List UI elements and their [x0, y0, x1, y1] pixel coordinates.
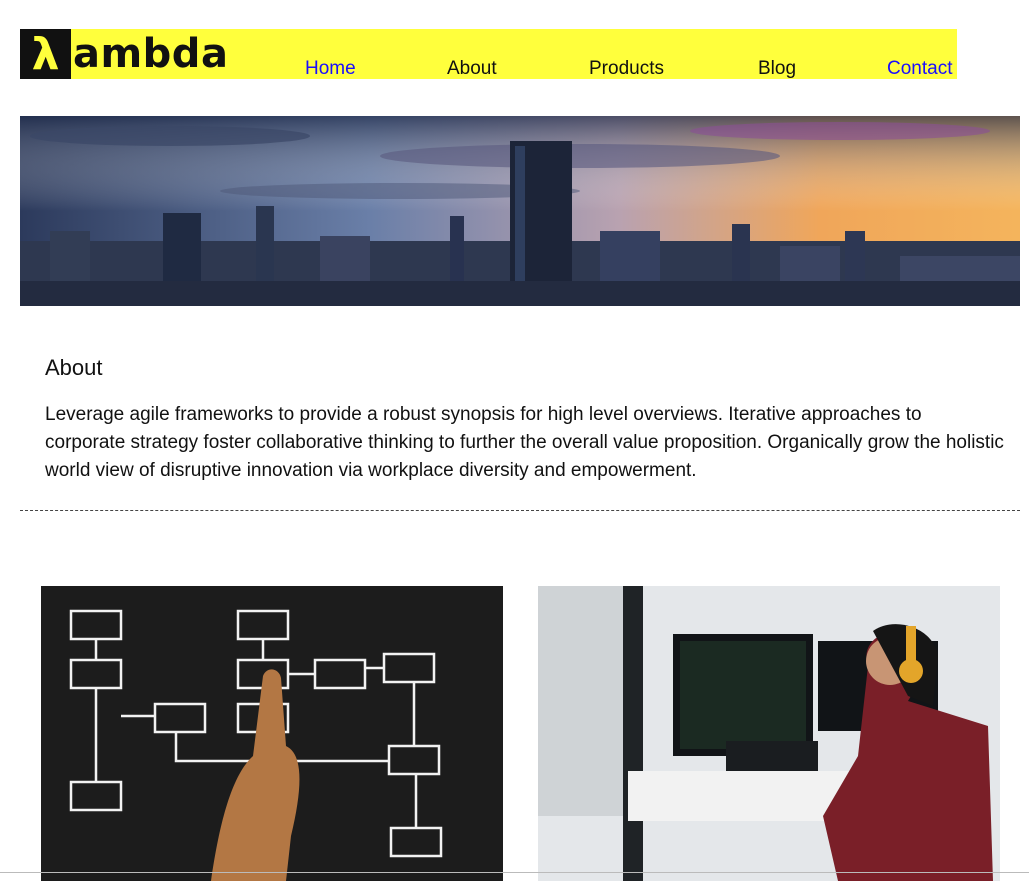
about-heading: About — [45, 355, 103, 380]
developer-illustration — [538, 586, 1000, 881]
nav-link-products[interactable]: Products — [589, 58, 664, 80]
brand-logo[interactable]: λ ambda — [20, 29, 229, 80]
flowchart-chalkboard-image — [41, 586, 503, 881]
hero-city-skyline-image — [20, 116, 1020, 306]
site-header: λ ambda Home About Products Blog Contact — [20, 29, 957, 80]
nav-link-blog[interactable]: Blog — [758, 58, 796, 80]
nav-link-contact[interactable]: Contact — [887, 58, 952, 80]
about-paragraph: Leverage agile frameworks to provide a r… — [45, 404, 1004, 481]
flowchart-illustration — [69, 609, 443, 881]
section-divider — [20, 510, 1020, 511]
viewport-bottom-border — [0, 872, 1029, 873]
logo-wordmark: ambda — [73, 31, 229, 77]
skyline-illustration — [20, 116, 1020, 306]
nav-link-about[interactable]: About — [447, 58, 497, 80]
nav-link-home[interactable]: Home — [305, 58, 356, 80]
developer-workstation-image — [538, 586, 1000, 881]
lambda-logo-icon: λ — [20, 29, 71, 80]
